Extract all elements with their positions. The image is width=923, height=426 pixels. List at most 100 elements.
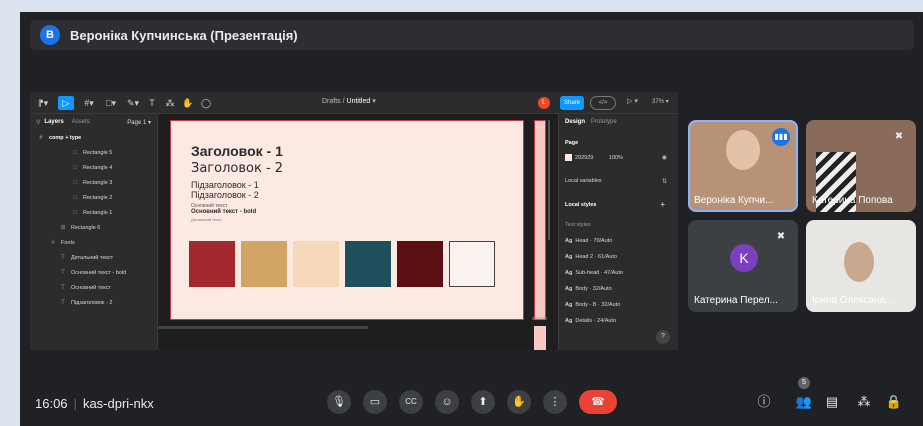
page-selector[interactable]: Page 1 ▾: [127, 119, 151, 126]
participant-tile-1[interactable]: ▮▮▮ Вероніка Купчи...: [688, 120, 798, 212]
canvas-body-bold[interactable]: Основний текст - bold: [191, 209, 256, 215]
hand-tool-icon[interactable]: ✋: [182, 96, 194, 110]
camera-button[interactable]: ▭: [363, 390, 387, 414]
move-tool-icon[interactable]: ▷: [58, 96, 74, 110]
canvas-heading-1[interactable]: Заголовок - 1: [191, 143, 283, 159]
text-style-glyph: Ag: [565, 238, 573, 244]
layer-item[interactable]: T Основний текст - bold: [30, 265, 157, 280]
text-style-item[interactable]: Ag Sub-head · 47/Auto: [565, 270, 623, 276]
variables-icon[interactable]: ⇅: [662, 178, 667, 185]
page-opacity[interactable]: 100%: [609, 155, 623, 161]
canvas-heading-2[interactable]: Заголовок - 2: [191, 161, 283, 176]
color-swatch[interactable]: [345, 241, 391, 287]
page-color-value[interactable]: 292929: [575, 155, 593, 161]
layer-type-icon: T: [61, 269, 65, 276]
canvas-subheading-1[interactable]: Підзаголовок - 1: [191, 180, 259, 190]
color-swatch[interactable]: [189, 241, 235, 287]
figma-toolbar: ⁋▾ ▷ #▾ □▾ ✎▾ T ⁂ ✋ ◯ Drafts / Untitled …: [30, 92, 678, 114]
participant-name: Ірина Олександ...: [812, 295, 894, 306]
layer-item[interactable]: □ Rectangle 2: [30, 190, 157, 205]
search-icon[interactable]: ⚲: [36, 119, 40, 126]
layer-item[interactable]: □ Rectangle 4: [30, 160, 157, 175]
layer-type-icon: T: [61, 299, 65, 306]
shared-screen[interactable]: ⁋▾ ▷ #▾ □▾ ✎▾ T ⁂ ✋ ◯ Drafts / Untitled …: [30, 92, 678, 350]
text-style-item[interactable]: Ag Body · 32/Auto: [565, 286, 612, 292]
text-style-item[interactable]: Ag Head 2 · 61/Auto: [565, 254, 617, 260]
file-breadcrumb[interactable]: Drafts / Untitled ▾: [322, 97, 376, 105]
mic-button[interactable]: 🎙: [327, 390, 351, 414]
text-style-item[interactable]: Ag Head · 70/Auto: [565, 238, 612, 244]
participant-video: [844, 242, 874, 282]
layer-item[interactable]: □ Rectangle 5: [30, 145, 157, 160]
layer-label: Rectangle 3: [83, 179, 113, 186]
layer-item[interactable]: # comp + type: [30, 130, 157, 145]
layer-type-icon: □: [73, 149, 77, 156]
color-swatch[interactable]: [293, 241, 339, 287]
layer-item[interactable]: □ Rectangle 1: [30, 205, 157, 220]
text-style-item[interactable]: Ag Details · 24/Auto: [565, 318, 616, 324]
participant-tile-2[interactable]: ✖ Катерина Попова: [806, 120, 916, 212]
page-color-swatch[interactable]: [565, 154, 572, 161]
page-color-row[interactable]: 292929 100% ◉: [565, 154, 673, 161]
canvas-subheading-2[interactable]: Підзаголовок - 2: [191, 190, 259, 200]
help-button[interactable]: ?: [656, 330, 670, 344]
chat-icon[interactable]: ▤: [822, 392, 842, 412]
participant-name: Катерина Попова: [812, 195, 893, 206]
emoji-button[interactable]: ☺: [435, 390, 459, 414]
participant-tile-3[interactable]: K ✖ Катерина Перел...: [688, 220, 798, 312]
share-button[interactable]: Share: [560, 96, 584, 110]
vertical-scrollbar[interactable]: [548, 120, 550, 240]
layer-item[interactable]: T Основний текст: [30, 280, 157, 295]
canvas-details-text[interactable]: Детальний текст: [191, 217, 222, 222]
color-swatch[interactable]: [241, 241, 287, 287]
layer-label: Основний текст - bold: [71, 269, 127, 276]
activities-icon[interactable]: ⁂: [854, 392, 874, 412]
horizontal-scrollbar[interactable]: [158, 326, 368, 329]
eye-icon[interactable]: ◉: [662, 154, 667, 161]
tab-design[interactable]: Design: [565, 119, 585, 125]
layer-item[interactable]: T Детальний текст: [30, 250, 157, 265]
layer-item[interactable]: □ Rectangle 3: [30, 175, 157, 190]
people-icon[interactable]: 👥: [794, 392, 814, 412]
raise-hand-button[interactable]: ✋: [507, 390, 531, 414]
layer-item[interactable]: # Fonts: [30, 235, 157, 250]
leave-call-button[interactable]: ☎: [579, 390, 617, 414]
color-swatch[interactable]: [449, 241, 495, 287]
user-avatar[interactable]: L: [538, 97, 550, 109]
plus-icon[interactable]: +: [660, 200, 665, 209]
text-style-glyph: Ag: [565, 302, 573, 308]
adjacent-frame-2[interactable]: [534, 326, 546, 350]
color-swatch[interactable]: [397, 241, 443, 287]
text-tool-icon[interactable]: T: [146, 96, 158, 110]
captions-button[interactable]: CC: [399, 390, 423, 414]
tab-assets[interactable]: Assets: [72, 119, 90, 125]
resources-icon[interactable]: ⁂: [164, 96, 176, 110]
shape-tool-icon[interactable]: □▾: [102, 96, 120, 110]
participant-tile-4[interactable]: Ірина Олександ...: [806, 220, 916, 312]
text-style-item[interactable]: Ag Body - B · 32/Auto: [565, 302, 620, 308]
frame-tool-icon[interactable]: #▾: [80, 96, 98, 110]
presenter-bar: В Вероніка Купчинська (Презентація): [30, 20, 914, 50]
present-button[interactable]: ▷ ▾: [627, 97, 638, 105]
layer-item[interactable]: ⊞ Rectangle 6: [30, 220, 157, 235]
dev-mode-toggle[interactable]: </>: [590, 96, 616, 110]
local-variables-row[interactable]: Local variables ⇅: [565, 178, 673, 185]
layer-label: Rectangle 4: [83, 164, 113, 171]
adjacent-frame[interactable]: [534, 120, 546, 320]
text-style-glyph: Ag: [565, 318, 573, 324]
tab-prototype[interactable]: Prototype: [591, 119, 617, 125]
host-controls-icon[interactable]: 🔒: [884, 392, 904, 412]
tab-layers[interactable]: Layers: [44, 119, 63, 125]
comment-tool-icon[interactable]: ◯: [200, 96, 212, 110]
text-style-label: Body - B · 32/Auto: [575, 302, 621, 308]
figma-canvas[interactable]: Заголовок - 1 Заголовок - 2 Підзаголовок…: [158, 114, 558, 350]
info-icon[interactable]: ⓘ: [754, 392, 774, 412]
artboard[interactable]: Заголовок - 1 Заголовок - 2 Підзаголовок…: [170, 120, 524, 320]
more-options-button[interactable]: ⋮: [543, 390, 567, 414]
zoom-level[interactable]: 37% ▾: [652, 98, 669, 105]
pen-tool-icon[interactable]: ✎▾: [124, 96, 142, 110]
layer-type-icon: □: [73, 209, 77, 216]
present-screen-button[interactable]: ⬆: [471, 390, 495, 414]
layer-item[interactable]: T Підзаголовок - 2: [30, 295, 157, 310]
main-menu-icon[interactable]: ⁋▾: [36, 96, 50, 110]
